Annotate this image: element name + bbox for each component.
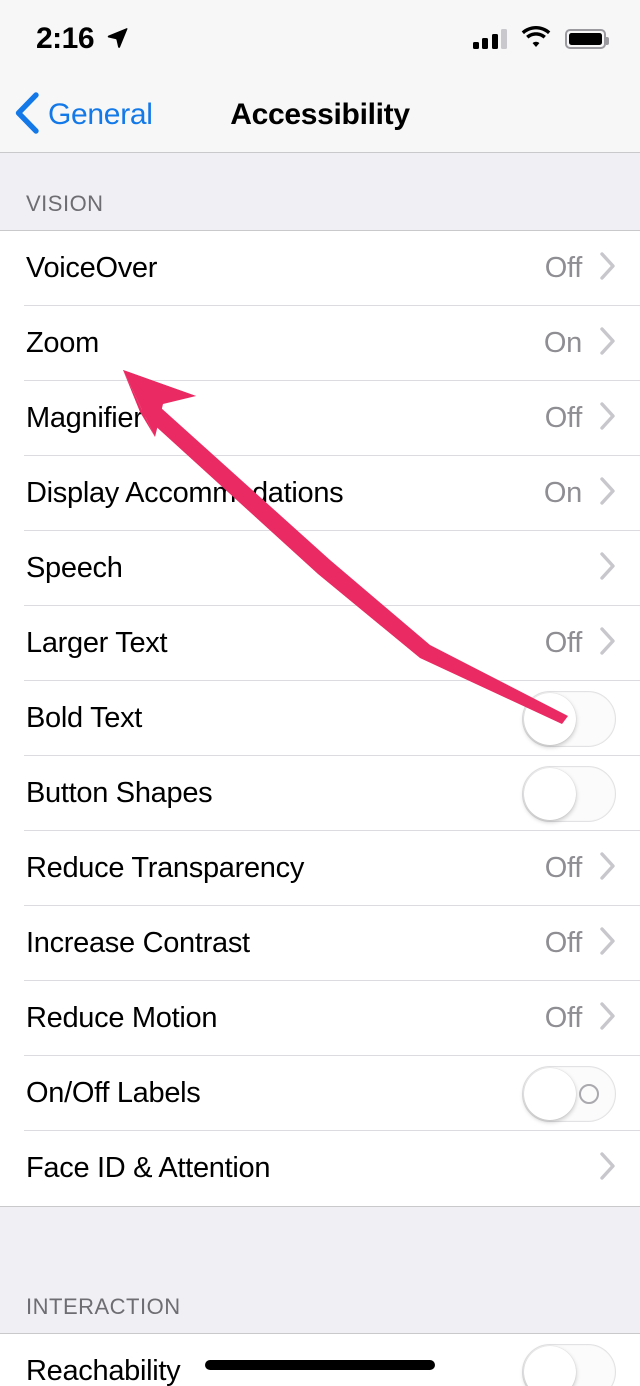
chevron-right-icon — [600, 627, 616, 660]
row-reduce-transparency[interactable]: Reduce Transparency Off — [0, 831, 640, 906]
chevron-right-icon — [600, 1152, 616, 1185]
toggle-on-off-labels[interactable] — [522, 1065, 616, 1122]
cellular-signal-icon — [472, 29, 507, 49]
row-value: Off — [544, 402, 583, 434]
row-accessory: Off — [545, 402, 616, 435]
row-increase-contrast[interactable]: Increase Contrast Off — [0, 906, 640, 981]
row-label: Larger Text — [26, 627, 168, 659]
row-accessory — [522, 1065, 616, 1122]
toggle-off-mark-icon — [579, 1083, 599, 1104]
toggle-button-shapes[interactable] — [522, 765, 616, 822]
row-display-accommodations[interactable]: Display Accommodations On — [0, 456, 640, 531]
row-accessory — [522, 765, 616, 822]
row-value: Off — [544, 627, 583, 659]
row-label: Face ID & Attention — [26, 1152, 271, 1184]
row-button-shapes[interactable]: Button Shapes — [0, 756, 640, 831]
toggle-knob — [524, 692, 576, 745]
row-label: Reduce Motion — [26, 1002, 218, 1034]
row-accessory: Off — [545, 627, 616, 660]
chevron-right-icon — [600, 552, 616, 585]
status-bar-left: 2:16 — [36, 24, 129, 54]
row-label: Magnifier — [26, 402, 143, 434]
row-value: On — [543, 477, 582, 509]
row-accessory — [522, 690, 616, 747]
row-label: Zoom — [26, 327, 99, 359]
row-value: Off — [544, 1002, 583, 1034]
row-label: Speech — [26, 552, 123, 584]
row-on-off-labels[interactable]: On/Off Labels — [0, 1056, 640, 1131]
chevron-right-icon — [600, 252, 616, 285]
toggle-knob — [524, 1067, 576, 1120]
row-value: Off — [544, 252, 583, 284]
row-larger-text[interactable]: Larger Text Off — [0, 606, 640, 681]
row-label: Display Accommodations — [26, 477, 344, 509]
row-voiceover[interactable]: VoiceOver Off — [0, 231, 640, 306]
home-indicator — [205, 1360, 435, 1370]
section-header-interaction: INTERACTION — [0, 1206, 640, 1334]
row-accessory: On — [544, 477, 616, 510]
row-label: On/Off Labels — [26, 1077, 201, 1109]
row-label: VoiceOver — [26, 252, 158, 284]
chevron-right-icon — [600, 477, 616, 510]
section-header-label: VISION — [26, 191, 104, 216]
toggle-bold-text[interactable] — [522, 690, 616, 747]
chevron-right-icon — [600, 1002, 616, 1035]
row-accessory — [582, 1152, 616, 1185]
status-bar-clock: 2:16 — [36, 22, 95, 55]
chevron-right-icon — [600, 852, 616, 885]
back-button-label: General — [48, 98, 153, 131]
row-accessory: Off — [545, 927, 616, 960]
row-label: Increase Contrast — [26, 927, 250, 959]
row-magnifier[interactable]: Magnifier Off — [0, 381, 640, 456]
row-label: Bold Text — [26, 702, 143, 734]
row-accessory: Off — [545, 852, 616, 885]
row-speech[interactable]: Speech — [0, 531, 640, 606]
toggle-reachability[interactable] — [522, 1343, 616, 1386]
row-value: On — [543, 327, 582, 359]
row-accessory: Off — [545, 1002, 616, 1035]
status-bar: 2:16 — [0, 0, 640, 78]
row-accessory — [582, 552, 616, 585]
row-value: Off — [544, 852, 583, 884]
row-bold-text[interactable]: Bold Text — [0, 681, 640, 756]
row-label: Reduce Transparency — [26, 852, 305, 884]
row-value: Off — [544, 927, 583, 959]
row-label: Button Shapes — [26, 777, 213, 809]
wifi-icon — [521, 25, 551, 53]
section-header-vision: VISION — [0, 153, 640, 231]
row-accessory: Off — [545, 252, 616, 285]
row-accessory: On — [544, 327, 616, 360]
battery-full-icon — [565, 29, 609, 49]
iphone-screen: 2:16 General Accessibility VISION VoiceO… — [0, 0, 640, 1386]
chevron-right-icon — [600, 927, 616, 960]
toggle-knob — [524, 1345, 576, 1386]
row-zoom[interactable]: Zoom On — [0, 306, 640, 381]
row-accessory — [522, 1343, 616, 1386]
row-reduce-motion[interactable]: Reduce Motion Off — [0, 981, 640, 1056]
toggle-knob — [524, 767, 576, 820]
navigation-bar: General Accessibility — [0, 78, 640, 153]
chevron-right-icon — [600, 327, 616, 360]
chevron-right-icon — [600, 402, 616, 435]
status-bar-right — [472, 25, 609, 53]
location-arrow-icon — [105, 25, 129, 54]
back-button-general[interactable]: General — [0, 91, 153, 139]
section-header-label: INTERACTION — [26, 1294, 181, 1319]
settings-list[interactable]: VISION VoiceOver Off Zoom On Magnifier O… — [0, 153, 640, 1386]
chevron-left-icon — [14, 91, 40, 139]
row-face-id-attention[interactable]: Face ID & Attention — [0, 1131, 640, 1206]
